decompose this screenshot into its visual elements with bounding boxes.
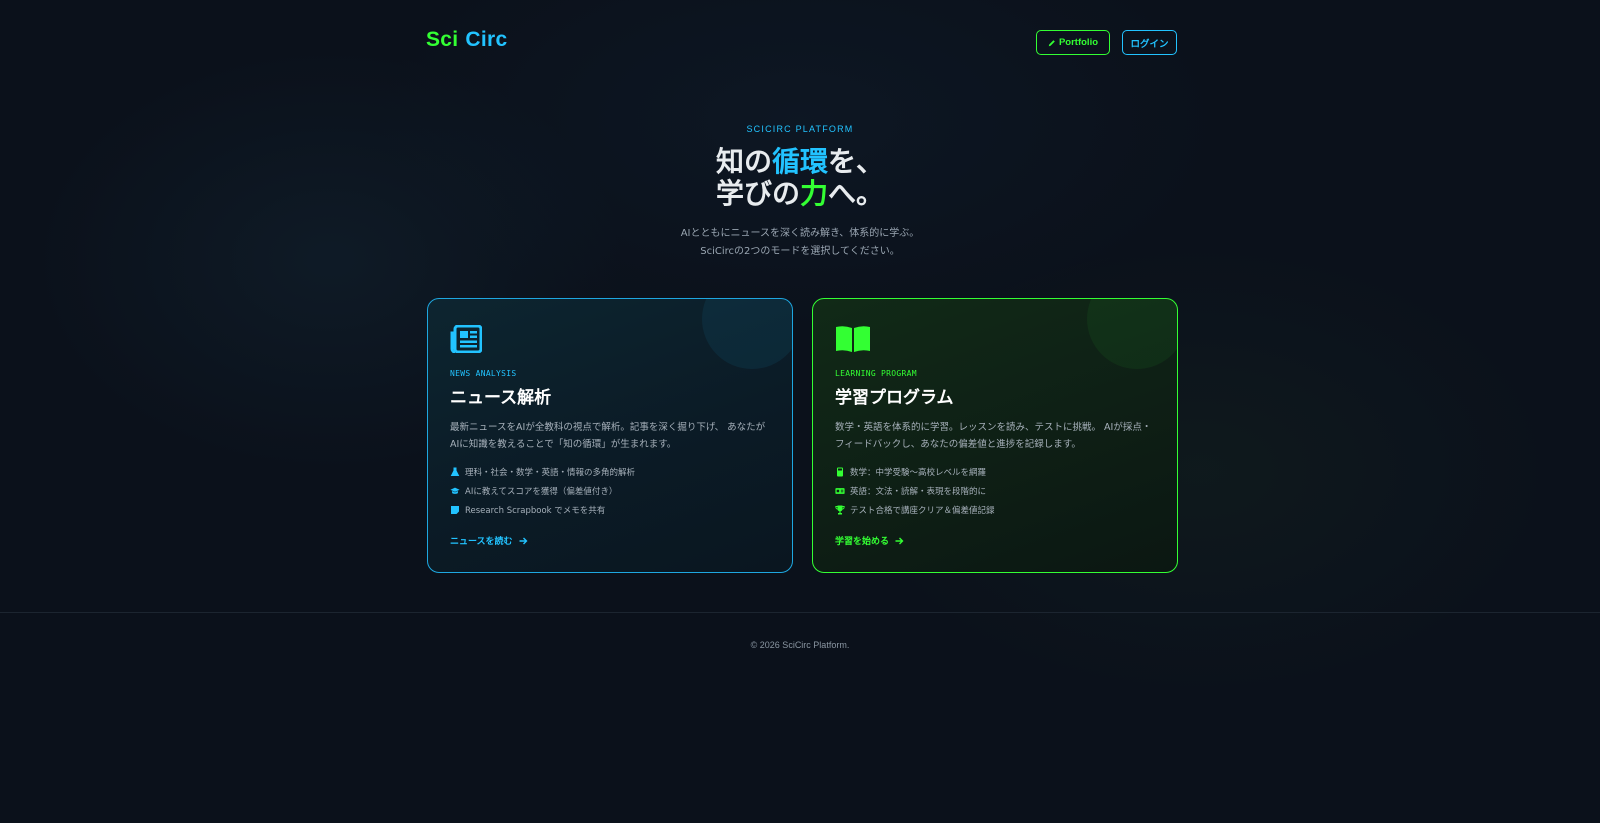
feature-item: 理科・社会・数学・英語・情報の多角的解析 xyxy=(450,462,635,481)
description-line: フィードバックし、あなたの偏差値と進捗を記録します。 xyxy=(835,439,1081,450)
card-title: ニュース解析 xyxy=(450,388,552,408)
card-tag: LEARNING PROGRAM xyxy=(835,369,917,378)
open-book-icon xyxy=(836,326,870,352)
subtext-line-2: SciCircの2つのモードを選択してください。 xyxy=(700,246,900,257)
cta-label: 学習を始める xyxy=(835,536,890,546)
card-description: 最新ニュースをAIが全教科の視点で解析。記事を深く掘り下げ、 あなたが AIに知… xyxy=(450,419,772,453)
arrow-right-icon xyxy=(519,537,528,544)
newspaper-icon xyxy=(450,325,482,353)
headline-2b: 力 xyxy=(799,177,828,210)
feature-item: テスト合格で講座クリア＆偏差値記録 xyxy=(835,500,995,519)
feature-text: AIに教えてスコアを獲得（偏差値付き） xyxy=(465,486,618,497)
card-description: 数学・英語を体系的に学習。レッスンを読み、テストに挑戦。 AIが採点・ フィード… xyxy=(835,419,1157,453)
trophy-icon xyxy=(835,505,845,515)
feature-text: 数学：中学受験〜高校レベルを網羅 xyxy=(850,467,987,478)
card-decoration xyxy=(1087,299,1177,369)
login-button[interactable]: ログイン xyxy=(1122,30,1177,55)
feature-item: AIに教えてスコアを獲得（偏差値付き） xyxy=(450,481,635,500)
portfolio-button[interactable]: Portfolio xyxy=(1036,30,1110,55)
card-title: 学習プログラム xyxy=(835,388,954,408)
calculator-icon xyxy=(835,467,845,477)
headline-1c: を、 xyxy=(828,145,885,178)
description-line: 最新ニュースをAIが全教科の視点で解析。記事を深く掘り下げ、 あなたが xyxy=(450,422,766,433)
hero-eyebrow: SCICIRC PLATFORM xyxy=(746,124,854,134)
start-learning-link[interactable]: 学習を始める xyxy=(835,534,904,547)
portfolio-label: Portfolio xyxy=(1058,37,1099,48)
login-label: ログイン xyxy=(1130,38,1169,50)
headline-line-1: 知の循環を、 xyxy=(0,146,1600,178)
cta-label: ニュースを読む xyxy=(450,536,513,546)
footer-divider xyxy=(0,612,1600,613)
feature-text: 理科・社会・数学・英語・情報の多角的解析 xyxy=(465,467,636,478)
pencil-icon xyxy=(1048,39,1055,46)
description-line: AIに知識を教えることで「知の循環」が生まれます。 xyxy=(450,439,677,450)
card-decoration xyxy=(702,299,792,369)
arrow-right-icon xyxy=(895,537,904,544)
card-tag: NEWS ANALYSIS xyxy=(450,369,517,378)
hero-headline: 知の循環を、 学びの力へ。 xyxy=(0,146,1600,210)
headline-line-2: 学びの力へ。 xyxy=(0,178,1600,210)
learning-program-card[interactable]: LEARNING PROGRAM 学習プログラム 数学・英語を体系的に学習。レッ… xyxy=(812,298,1178,573)
subtext-line-1: AIとともにニュースを深く読み解き、体系的に学ぶ。 xyxy=(680,228,920,239)
feature-text: 英語：文法・読解・表現を段階的に xyxy=(850,486,987,497)
feature-item: 英語：文法・読解・表現を段階的に xyxy=(835,481,995,500)
logo-sci: Sci xyxy=(426,28,459,51)
feature-item: Research Scrapbook でメモを共有 xyxy=(450,500,635,519)
read-news-link[interactable]: ニュースを読む xyxy=(450,534,528,547)
sticky-note-icon xyxy=(450,505,460,515)
graduation-cap-icon xyxy=(450,486,460,496)
headline-2a: 学びの xyxy=(715,177,800,210)
feature-list: 理科・社会・数学・英語・情報の多角的解析 AIに教えてスコアを獲得（偏差値付き）… xyxy=(450,462,635,519)
page: Sci Circ Portfolio ログイン SCICIRC PLATFORM … xyxy=(0,0,1600,823)
flask-icon xyxy=(450,467,460,477)
hero-subtext: AIとともにニュースを深く読み解き、体系的に学ぶ。 SciCircの2つのモード… xyxy=(0,225,1600,261)
description-line: 数学・英語を体系的に学習。レッスンを読み、テストに挑戦。 AIが採点・ xyxy=(835,422,1152,433)
feature-text: テスト合格で講座クリア＆偏差値記録 xyxy=(850,505,995,516)
headline-1a: 知の xyxy=(715,145,772,178)
logo[interactable]: Sci Circ xyxy=(426,28,507,52)
footer-copyright: © 2026 SciCirc Platform. xyxy=(750,640,850,650)
logo-circ: Circ xyxy=(465,28,508,51)
feature-list: 数学：中学受験〜高校レベルを網羅 英語：文法・読解・表現を段階的に テスト合格で… xyxy=(835,462,995,519)
headline-1b: 循環 xyxy=(771,145,828,178)
news-analysis-card[interactable]: NEWS ANALYSIS ニュース解析 最新ニュースをAIが全教科の視点で解析… xyxy=(427,298,793,573)
language-icon xyxy=(835,486,845,496)
headline-2c: へ。 xyxy=(828,177,885,210)
feature-item: 数学：中学受験〜高校レベルを網羅 xyxy=(835,462,995,481)
feature-text: Research Scrapbook でメモを共有 xyxy=(465,505,606,516)
